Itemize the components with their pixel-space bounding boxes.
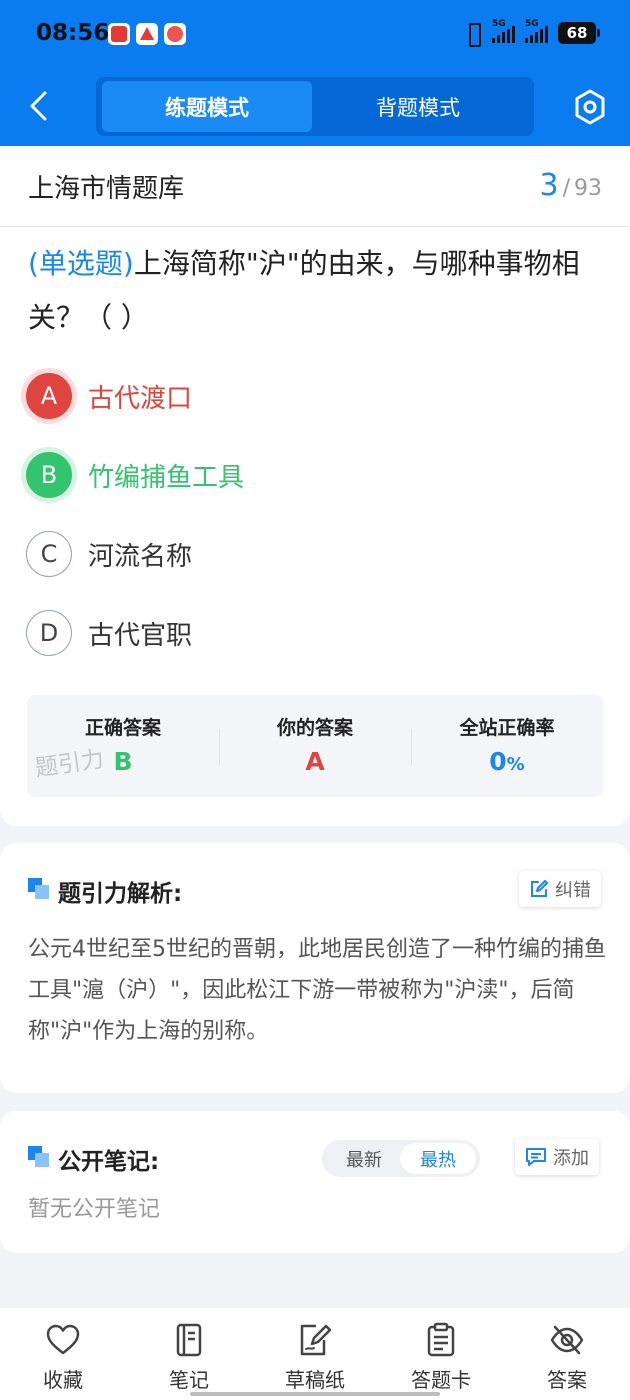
vibrate-icon — [464, 22, 482, 47]
clipboard-icon — [427, 1322, 455, 1357]
section-square-icon — [28, 878, 50, 900]
edit-icon — [531, 880, 548, 897]
question-type: (单选题) — [28, 247, 134, 280]
accuracy-number: 0 — [489, 747, 507, 776]
status-time: 08:56 — [36, 20, 110, 46]
accuracy-value: 0% — [411, 747, 603, 776]
option-text: 古代官职 — [88, 620, 193, 651]
notes-title: 公开笔记: — [58, 1149, 160, 1175]
tab-label: 收藏 — [43, 1368, 83, 1392]
accuracy-column: 全站正确率 0% — [411, 695, 603, 797]
tab-favorite[interactable]: 收藏 — [8, 1322, 118, 1393]
progress-separator: / — [562, 176, 570, 201]
option-c[interactable]: C 河流名称 — [26, 529, 586, 579]
option-text: 竹编捕鱼工具 — [88, 462, 245, 493]
accuracy-unit: % — [506, 754, 525, 775]
tab-label: 笔记 — [169, 1368, 209, 1392]
app-notification-icon — [108, 23, 130, 45]
eye-off-icon — [550, 1325, 584, 1355]
back-arrow-icon[interactable] — [24, 88, 54, 124]
add-note-label: 添加 — [553, 1148, 589, 1169]
draft-icon — [300, 1324, 332, 1356]
option-b[interactable]: B 竹编捕鱼工具 — [26, 450, 586, 500]
answer-summary: 正确答案 题引力 B 你的答案 A 全站正确率 0% — [27, 695, 603, 797]
option-text: 古代渡口 — [88, 383, 193, 414]
notebook-icon — [176, 1323, 202, 1357]
your-answer-value: A — [305, 747, 325, 776]
tab-draft[interactable]: 草稿纸 — [260, 1322, 370, 1393]
tab-notes[interactable]: 笔记 — [134, 1322, 244, 1393]
empty-notes-text: 暂无公开笔记 — [28, 1197, 161, 1222]
report-error-label: 纠错 — [555, 880, 591, 901]
tab-answer-sheet[interactable]: 答题卡 — [386, 1322, 496, 1393]
notification-icons — [108, 23, 186, 45]
your-answer-column: 你的答案 A — [219, 695, 411, 797]
status-bar: 08:56 5G 5G 68 — [0, 0, 630, 68]
public-notes-card: 公开笔记: 最新 最热 添加 暂无公开笔记 — [0, 1111, 630, 1253]
current-question-number: 3 — [539, 168, 559, 203]
accuracy-label: 全站正确率 — [459, 717, 555, 739]
sort-latest[interactable]: 最新 — [326, 1143, 402, 1174]
analysis-title: 题引力解析: — [58, 881, 183, 907]
option-text: 河流名称 — [88, 541, 193, 572]
question-progress: 3/93 — [539, 168, 602, 203]
question-text: (单选题)上海简称"沪"的由来，与哪种事物相关？（ ） — [28, 237, 608, 345]
section-square-icon — [28, 1146, 50, 1168]
network-type: 5G — [525, 19, 539, 29]
add-note-button[interactable]: 添加 — [515, 1139, 599, 1175]
sort-hottest[interactable]: 最热 — [400, 1143, 476, 1174]
option-letter: A — [26, 373, 72, 419]
option-letter: D — [26, 610, 72, 656]
signal-icon: 5G — [525, 19, 548, 43]
mode-switch: 练题模式 背题模式 — [96, 77, 534, 136]
comment-icon — [526, 1148, 546, 1166]
option-letter: C — [26, 531, 72, 577]
bottom-toolbar: 收藏 笔记 草稿纸 答题卡 答案 — [0, 1308, 630, 1400]
question-bank-row: 上海市情题库 3/93 — [0, 146, 630, 227]
report-error-button[interactable]: 纠错 — [519, 871, 601, 907]
app-notification-icon — [164, 23, 186, 45]
your-answer-label: 你的答案 — [276, 717, 353, 739]
tab-practice-mode[interactable]: 练题模式 — [102, 81, 312, 132]
tab-answer[interactable]: 答案 — [512, 1322, 622, 1393]
settings-icon[interactable] — [572, 88, 608, 126]
app-notification-icon — [136, 23, 158, 45]
notes-sort-toggle: 最新 最热 — [322, 1140, 480, 1177]
correct-answer-value: B — [113, 747, 133, 776]
heart-icon — [46, 1324, 80, 1355]
home-indicator[interactable] — [190, 1392, 440, 1396]
analysis-text: 公元4世纪至5世纪的晋朝，此地居民创造了一种竹编的捕鱼工具"滬（沪）"，因此松江… — [28, 937, 606, 1044]
tab-label: 草稿纸 — [285, 1368, 345, 1392]
network-type: 5G — [492, 19, 506, 29]
total-question-count: 93 — [574, 176, 602, 201]
option-d[interactable]: D 古代官职 — [26, 608, 586, 658]
system-icons: 5G 5G 68 — [464, 19, 600, 47]
question-card: 上海市情题库 3/93 (单选题)上海简称"沪"的由来，与哪种事物相关？（ ） … — [0, 146, 630, 826]
analysis-card: 题引力解析: 纠错 公元4世纪至5世纪的晋朝，此地居民创造了一种竹编的捕鱼工具"… — [0, 843, 630, 1093]
option-letter: B — [26, 452, 72, 498]
app-header: 08:56 5G 5G 68 练题模式 背题模式 — [0, 0, 630, 146]
tab-label: 答题卡 — [411, 1368, 471, 1392]
correct-answer-label: 正确答案 — [84, 717, 161, 739]
correct-answer-column: 正确答案 题引力 B — [27, 695, 219, 797]
signal-icon: 5G — [492, 19, 515, 43]
tab-label: 答案 — [547, 1368, 587, 1392]
option-a[interactable]: A 古代渡口 — [26, 371, 586, 421]
tab-memorize-mode[interactable]: 背题模式 — [312, 81, 524, 132]
question-bank-title: 上海市情题库 — [28, 174, 185, 204]
battery-icon: 68 — [558, 22, 600, 44]
